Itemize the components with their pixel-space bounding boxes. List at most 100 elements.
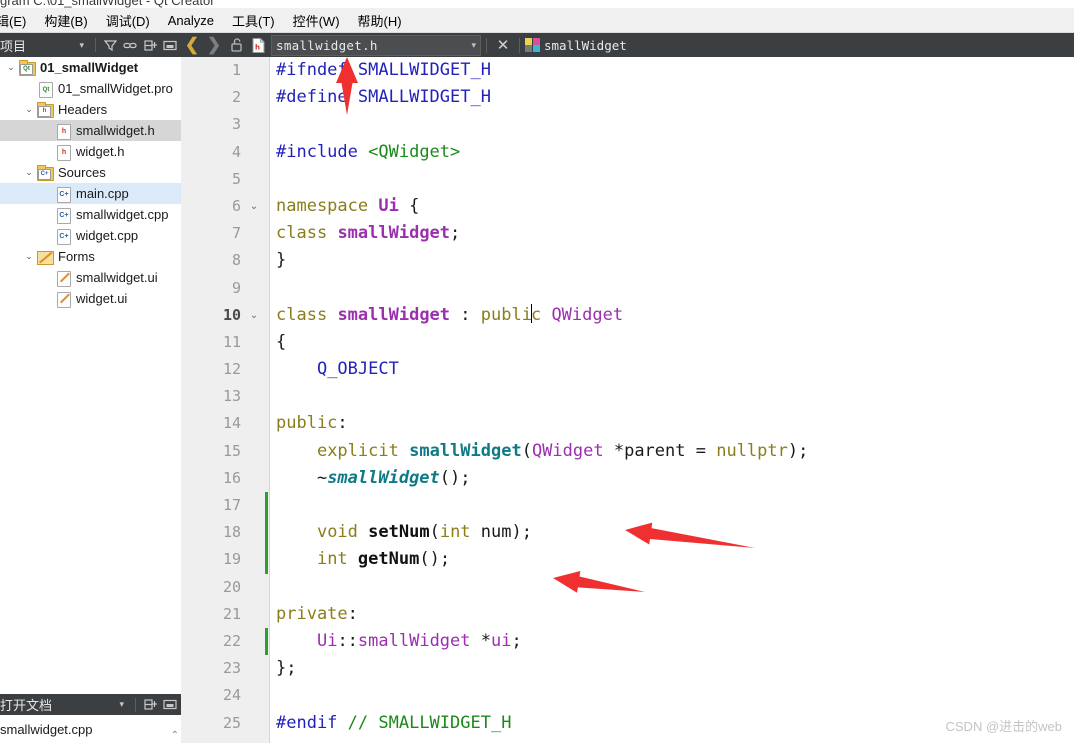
menu-item-5[interactable]: 控件(W) [284, 9, 349, 32]
code-text: class smallWidget; [276, 220, 460, 247]
code-token: (); [419, 549, 451, 570]
header-file-icon: h [247, 34, 269, 56]
minimize-icon[interactable] [161, 36, 179, 54]
code-line[interactable]: 7 class smallWidget; [181, 220, 1074, 247]
navigate-forward-icon[interactable]: ❯ [203, 34, 225, 56]
code-token: setNum [368, 522, 430, 543]
tree-item-main-cpp[interactable]: C+ main.cpp [0, 183, 181, 204]
code-line[interactable]: 2 #define SMALLWIDGET_H [181, 84, 1074, 111]
menu-item-6[interactable]: 帮助(H) [349, 9, 411, 32]
code-line[interactable]: 24 [181, 682, 1074, 709]
code-line[interactable]: 23}; [181, 655, 1074, 682]
code-token: publi [480, 304, 532, 325]
code-lines[interactable]: 1 #ifndef SMALLWIDGET_H 2 #define SMALLWIDG… [181, 57, 1074, 743]
code-line[interactable]: 14 public: [181, 410, 1074, 437]
chevron-down-icon[interactable]: ▾ [451, 40, 476, 51]
code-editor[interactable]: 1 #ifndef SMALLWIDGET_H 2 #define SMALLWIDG… [181, 57, 1074, 743]
code-line[interactable]: 8} [181, 247, 1074, 274]
tree-item-01-smallwidget[interactable]: ⌄ Qt 01_smallWidget [0, 57, 181, 78]
qt-project-icon [525, 38, 541, 52]
code-line[interactable]: 10 ⌄ class smallWidget : public QWidget [181, 302, 1074, 329]
line-number: 10 [222, 305, 241, 324]
code-line[interactable]: 3 [181, 111, 1074, 138]
code-token: :: [337, 630, 358, 651]
code-text: #define SMALLWIDGET_H [276, 84, 491, 111]
line-number: 12 [222, 360, 241, 379]
code-line[interactable]: 17 [181, 492, 1074, 520]
open-documents-list[interactable]: smallwidget.cpp ⌃ [0, 715, 181, 743]
code-line[interactable]: 6 ⌄ namespace Ui { [181, 193, 1074, 220]
forms-folder-icon [36, 249, 54, 265]
qt-creator-window: gram C:\01_smallWidget - Qt Creator 辑(E)… [0, 0, 1074, 743]
code-line[interactable]: 22 Ui::smallWidget *ui; [181, 627, 1074, 656]
chevron-down-icon[interactable]: ⌄ [22, 162, 36, 183]
header-file-icon: h [54, 123, 72, 140]
split-icon[interactable] [141, 696, 159, 714]
open-file-combobox[interactable]: smallwidget.h ▾ [271, 34, 481, 56]
tree-item-headers[interactable]: ⌄ h Headers [0, 99, 181, 120]
menu-item-3[interactable]: Analyze [159, 11, 223, 30]
code-line[interactable]: 15 explicit smallWidget(QWidget *parent … [181, 438, 1074, 465]
lock-icon[interactable] [225, 34, 247, 56]
window-title: gram C:\01_smallWidget - Qt Creator [0, 0, 215, 8]
chevron-down-icon[interactable]: ⌄ [22, 246, 36, 267]
tree-item-widget-cpp[interactable]: C+ widget.cpp [0, 225, 181, 246]
code-line[interactable]: 9 [181, 275, 1074, 302]
code-fold-chevron-down-icon[interactable]: ⌄ [247, 302, 261, 329]
minimize-icon[interactable] [161, 696, 179, 714]
code-line[interactable]: 18 void setNum(int num); [181, 519, 1074, 547]
tree-item-widget-ui[interactable]: widget.ui [0, 288, 181, 309]
sidebar-dropdown-caret[interactable]: ▾ [79, 40, 84, 50]
code-text: ~smallWidget(); [276, 465, 471, 492]
code-token: void [316, 522, 358, 543]
code-line[interactable]: 1 #ifndef SMALLWIDGET_H [181, 57, 1074, 84]
tree-item-label: 01_smallWidget [40, 60, 139, 75]
line-number: 19 [222, 550, 241, 569]
open-document-item[interactable]: smallwidget.cpp [0, 722, 93, 737]
open-documents-caret[interactable]: ▾ [119, 700, 124, 709]
chevron-down-icon[interactable]: ⌄ [4, 57, 18, 78]
code-text: void setNum(int num); [276, 519, 532, 546]
tree-item-widget-h[interactable]: h widget.h [0, 141, 181, 162]
tree-item-forms[interactable]: ⌄ Forms [0, 246, 181, 267]
tree-item-smallwidget-h[interactable]: h smallwidget.h [0, 120, 181, 141]
code-line[interactable]: 12 Q_OBJECT [181, 356, 1074, 383]
code-line[interactable]: 4 #include <QWidget> [181, 139, 1074, 166]
code-line[interactable]: 19 int getNum(); [181, 546, 1074, 574]
code-line[interactable]: 20 [181, 574, 1074, 601]
filter-icon[interactable] [101, 36, 119, 54]
tree-item-sources[interactable]: ⌄ C+ Sources [0, 162, 181, 183]
code-line[interactable]: 5 [181, 166, 1074, 193]
code-token: QWidget [531, 440, 604, 461]
link-icon[interactable] [121, 36, 139, 54]
code-token: #include [276, 141, 358, 162]
chevron-down-icon[interactable]: ⌄ [22, 99, 36, 120]
menu-item-2[interactable]: 调试(D) [97, 9, 159, 32]
code-line[interactable]: 21 private: [181, 601, 1074, 628]
split-icon[interactable] [141, 36, 159, 54]
tree-item-smallwidget-cpp[interactable]: C+ smallwidget.cpp [0, 204, 181, 225]
close-file-button[interactable]: ✕ [492, 34, 514, 56]
menu-item-4[interactable]: 工具(T) [223, 9, 284, 32]
scroll-up-icon[interactable]: ⌃ [171, 730, 179, 741]
code-line[interactable]: 25 #endif // SMALLWIDGET_H [181, 710, 1074, 737]
menu-item-0[interactable]: 辑(E) [0, 9, 35, 32]
code-token: namespace [276, 195, 369, 216]
project-tree[interactable]: ⌄ Qt 01_smallWidget Qt 01_smallWidget.pro ⌄ h H… [0, 57, 181, 713]
code-line[interactable]: 16 ~smallWidget(); [181, 465, 1074, 492]
line-number: 13 [222, 387, 241, 406]
navigate-back-icon[interactable]: ❮ [181, 34, 203, 56]
code-fold-chevron-down-icon[interactable]: ⌄ [247, 193, 261, 220]
tree-item-01-smallwidget-pro[interactable]: Qt 01_smallWidget.pro [0, 78, 181, 99]
code-line[interactable]: 13 [181, 383, 1074, 410]
code-line[interactable]: 11 { [181, 329, 1074, 356]
code-token: parent [624, 440, 686, 461]
menu-item-1[interactable]: 构建(B) [35, 9, 96, 32]
open-file-name: smallwidget.h [276, 37, 378, 53]
tree-item-smallwidget-ui[interactable]: smallwidget.ui [0, 267, 181, 288]
